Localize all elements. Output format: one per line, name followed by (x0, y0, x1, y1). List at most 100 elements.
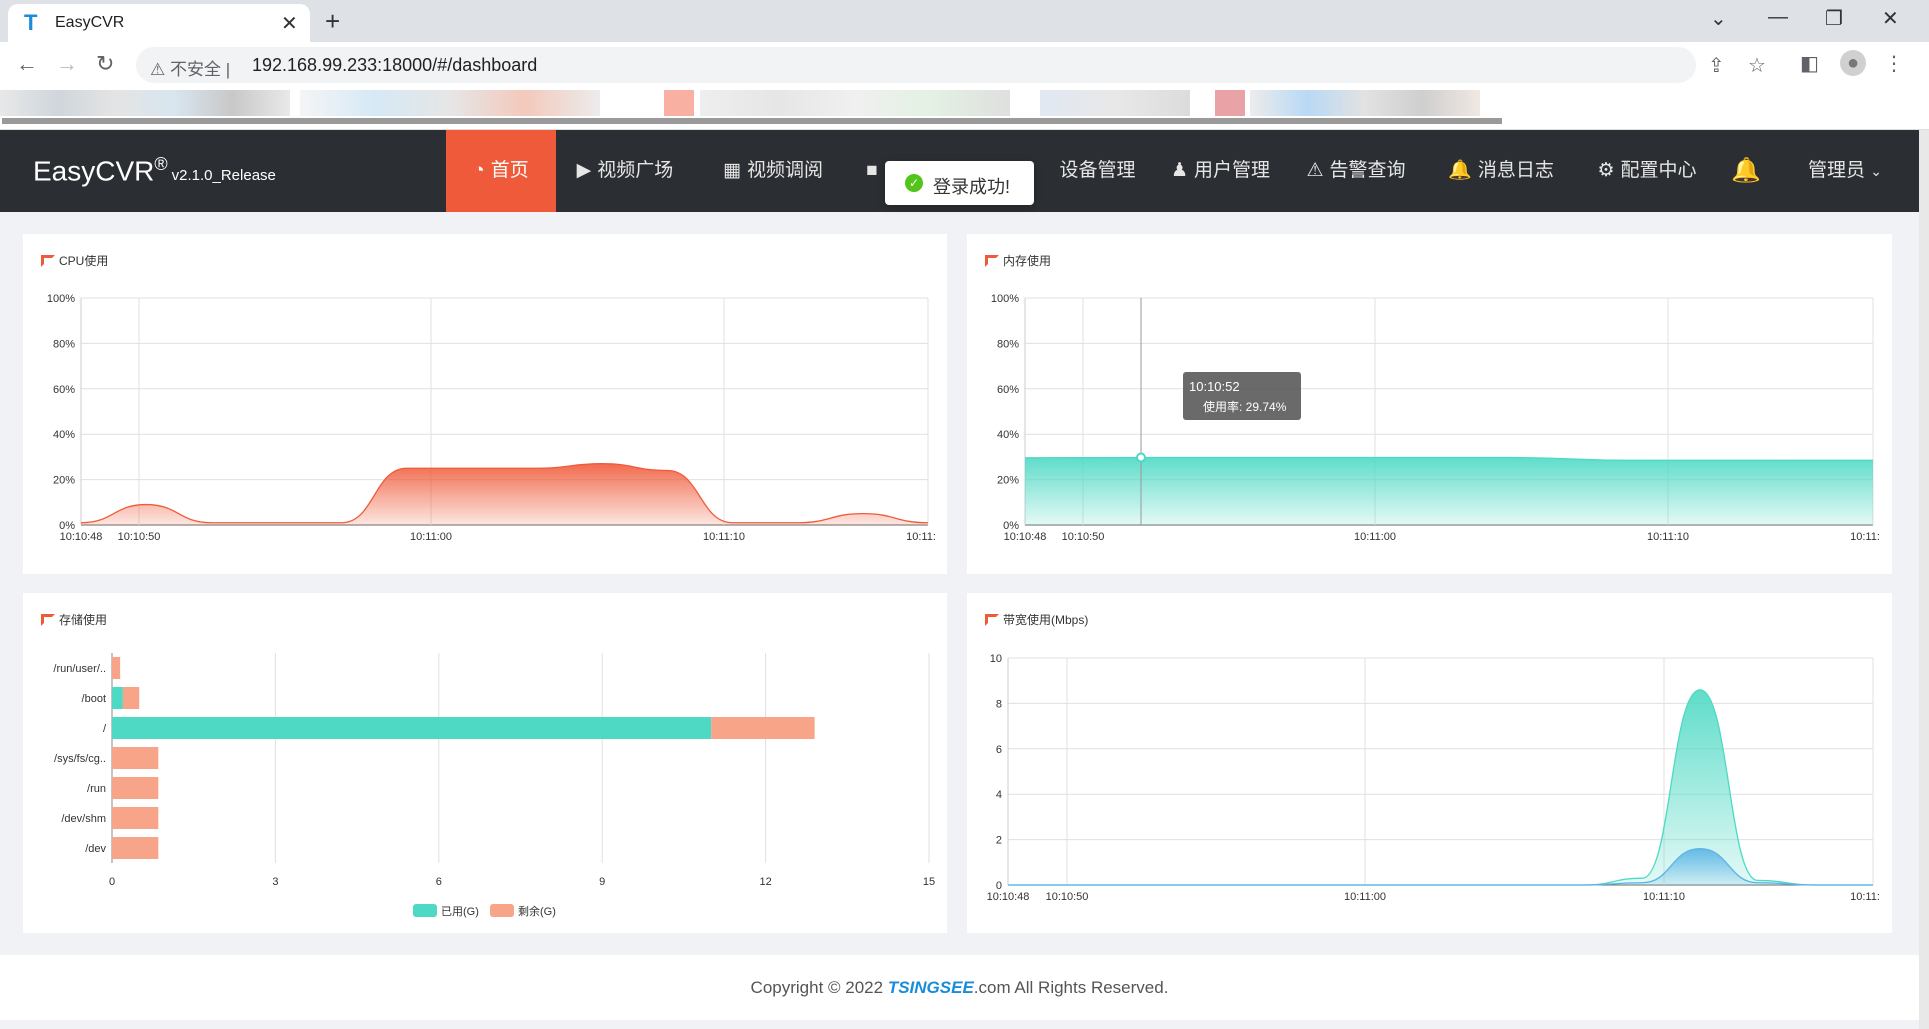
bookmark-item[interactable] (0, 90, 290, 116)
close-window-icon[interactable]: ✕ (1882, 6, 1899, 31)
nav-hidden-item[interactable]: ■ (862, 130, 882, 212)
y-category-label: / (103, 723, 107, 735)
address-bar-row: ← → ↻ ⚠ 不安全 | 192.168.99.233:18000/#/das… (0, 42, 1929, 88)
bandwidth-usage-chart[interactable]: 108642010:10:48 10:10:50 10:11:00 10:11:10 1… (967, 593, 1892, 933)
legend-label: 已用(G) (441, 906, 479, 918)
more-menu-icon[interactable]: ⋮ (1884, 51, 1904, 76)
y-tick-label: 100% (47, 293, 75, 305)
sidebar-icon[interactable]: ◧ (1800, 51, 1819, 76)
bell-icon: 🔔 (1731, 157, 1761, 184)
dashboard-icon: ◔ (473, 160, 485, 181)
nav-config-center[interactable]: ⚙ 配置中心 (1594, 130, 1700, 212)
back-icon[interactable]: ← (16, 51, 38, 77)
browser-tab[interactable]: T EasyCVR ✕ (8, 4, 310, 42)
brand-registered: ® (154, 154, 168, 174)
x-tick-label: 12 (759, 876, 771, 888)
storage-usage-panel: 存储使用 0 3 6 9 12 15/run/user/../boot //sys/fs/c… (23, 593, 947, 933)
series-area (1008, 689, 1873, 885)
profile-avatar-icon[interactable]: ● (1840, 50, 1866, 76)
y-tick-label: 80% (53, 338, 75, 350)
x-tick-label: 10:10:48 (1004, 531, 1047, 543)
x-tick-label: 6 (436, 876, 442, 888)
y-tick-label: 60% (53, 384, 75, 396)
y-tick-label: 100% (991, 293, 1019, 305)
brand-version: v2.1.0_Release (171, 167, 276, 185)
nav-user-management[interactable]: ♟ 用户管理 (1158, 130, 1283, 212)
toast-message: 登录成功! (933, 177, 1011, 197)
share-icon[interactable]: ⇪ (1708, 53, 1725, 78)
footer-brand-link[interactable]: TSINGSEE (888, 978, 974, 997)
nav-video-review[interactable]: ▦ 视频调阅 (718, 130, 828, 212)
bookmark-item[interactable] (1250, 90, 1480, 116)
y-tick-label: 80% (997, 338, 1019, 350)
bookmark-item[interactable] (1215, 90, 1245, 116)
nav-label: 视频广场 (597, 160, 674, 181)
x-tick-label: 3 (272, 876, 278, 888)
x-tick-label: 10:11:10 (1643, 891, 1685, 903)
nav-home[interactable]: ◔ 首页 (446, 130, 556, 212)
footer-copyright: Copyright © 2022 (750, 978, 888, 997)
new-tab-icon[interactable]: + (325, 6, 340, 37)
bookmark-item[interactable] (700, 90, 1010, 116)
page-scrollbar[interactable] (1919, 130, 1929, 1029)
url-text[interactable]: 192.168.99.233:18000/#/dashboard (252, 55, 537, 76)
bookmark-item[interactable] (300, 90, 600, 116)
hover-point (1136, 452, 1146, 463)
nav-label: 配置中心 (1620, 160, 1697, 181)
series-area (1025, 457, 1873, 525)
bookmark-item[interactable] (664, 90, 694, 116)
restore-icon[interactable]: ❐ (1825, 6, 1843, 31)
storage-bar (112, 657, 121, 679)
security-indicator[interactable]: ⚠ 不安全 | (150, 55, 230, 80)
nav-label: 设备管理 (1059, 160, 1136, 181)
forward-icon[interactable]: → (56, 51, 78, 77)
nav-device-management[interactable]: 设备管理 (1040, 130, 1155, 212)
legend-swatch (413, 904, 437, 917)
x-tick-label: 10:11: (1850, 531, 1880, 543)
tooltip-time: 10:10:52 (1189, 379, 1240, 394)
nav-label: 告警查询 (1329, 160, 1406, 181)
y-tick-label: 20% (997, 475, 1019, 487)
minimize-icon[interactable]: — (1768, 6, 1788, 29)
legend-swatch (490, 904, 514, 917)
y-tick-label: 20% (53, 475, 75, 487)
y-category-label: /boot (82, 693, 106, 705)
notification-bell-button[interactable]: 🔔 (1728, 130, 1764, 212)
y-tick-label: 2 (996, 835, 1002, 847)
x-tick-label: 10:10:50 (118, 531, 161, 543)
x-tick-label: 9 (599, 876, 605, 888)
storage-usage-chart[interactable]: 0 3 6 9 12 15/run/user/.. /boot / /sys/fs/cg.. /r… (23, 593, 947, 933)
y-tick-label: 10 (990, 653, 1002, 665)
reload-icon[interactable]: ↻ (96, 51, 114, 77)
omnibox[interactable]: ⚠ 不安全 | 192.168.99.233:18000/#/dashboard… (136, 47, 1766, 83)
storage-bar (112, 837, 159, 859)
bookmark-item[interactable] (1040, 90, 1190, 116)
x-tick-label: 10:11:10 (1647, 531, 1689, 543)
storage-bar (711, 717, 815, 739)
x-tick-label: 10:11: (906, 531, 936, 543)
y-tick-label: 60% (997, 384, 1019, 396)
security-label: 不安全 (169, 60, 221, 79)
cpu-usage-chart[interactable]: 100%80%60%40%20%0%10:10:48 10:10:50 10:11:… (23, 234, 947, 574)
x-tick-label: 10:11:00 (1344, 891, 1386, 903)
legend-label: 剩余(G) (518, 904, 556, 918)
nav-message-log[interactable]: 🔔 消息日志 (1448, 130, 1554, 212)
close-tab-icon[interactable]: ✕ (281, 11, 298, 36)
check-circle-icon: ✓ (905, 174, 923, 192)
y-category-label: /run (87, 783, 106, 795)
play-circle-icon: ▶ (576, 160, 592, 181)
admin-menu[interactable]: 管理员 ⌄ (1790, 130, 1900, 212)
memory-usage-chart[interactable]: 100%80%60%40%20%0%10:10:48 10:10:50 10:11:… (967, 234, 1892, 574)
star-icon[interactable]: ☆ (1748, 53, 1766, 78)
nav-video-square[interactable]: ▶ 视频广场 (570, 130, 680, 212)
y-tick-label: 8 (996, 698, 1002, 710)
cpu-usage-panel: CPU使用 100% 80% 60% 40% 20% 0% 10:10:48 10:10:50… (23, 234, 947, 574)
user-icon: ♟ (1170, 160, 1189, 181)
x-tick-label: 10:11: (1850, 891, 1880, 903)
login-success-toast: ✓ 登录成功! (885, 161, 1034, 205)
series-line (1008, 689, 1873, 886)
brand-logo[interactable]: EasyCVR®v2.1.0_Release (33, 154, 276, 187)
nav-alarm-query[interactable]: ⚠ 告警查询 (1303, 130, 1409, 212)
tab-search-chevron-icon[interactable]: ⌄ (1710, 6, 1727, 31)
nav-label: 消息日志 (1477, 160, 1554, 181)
